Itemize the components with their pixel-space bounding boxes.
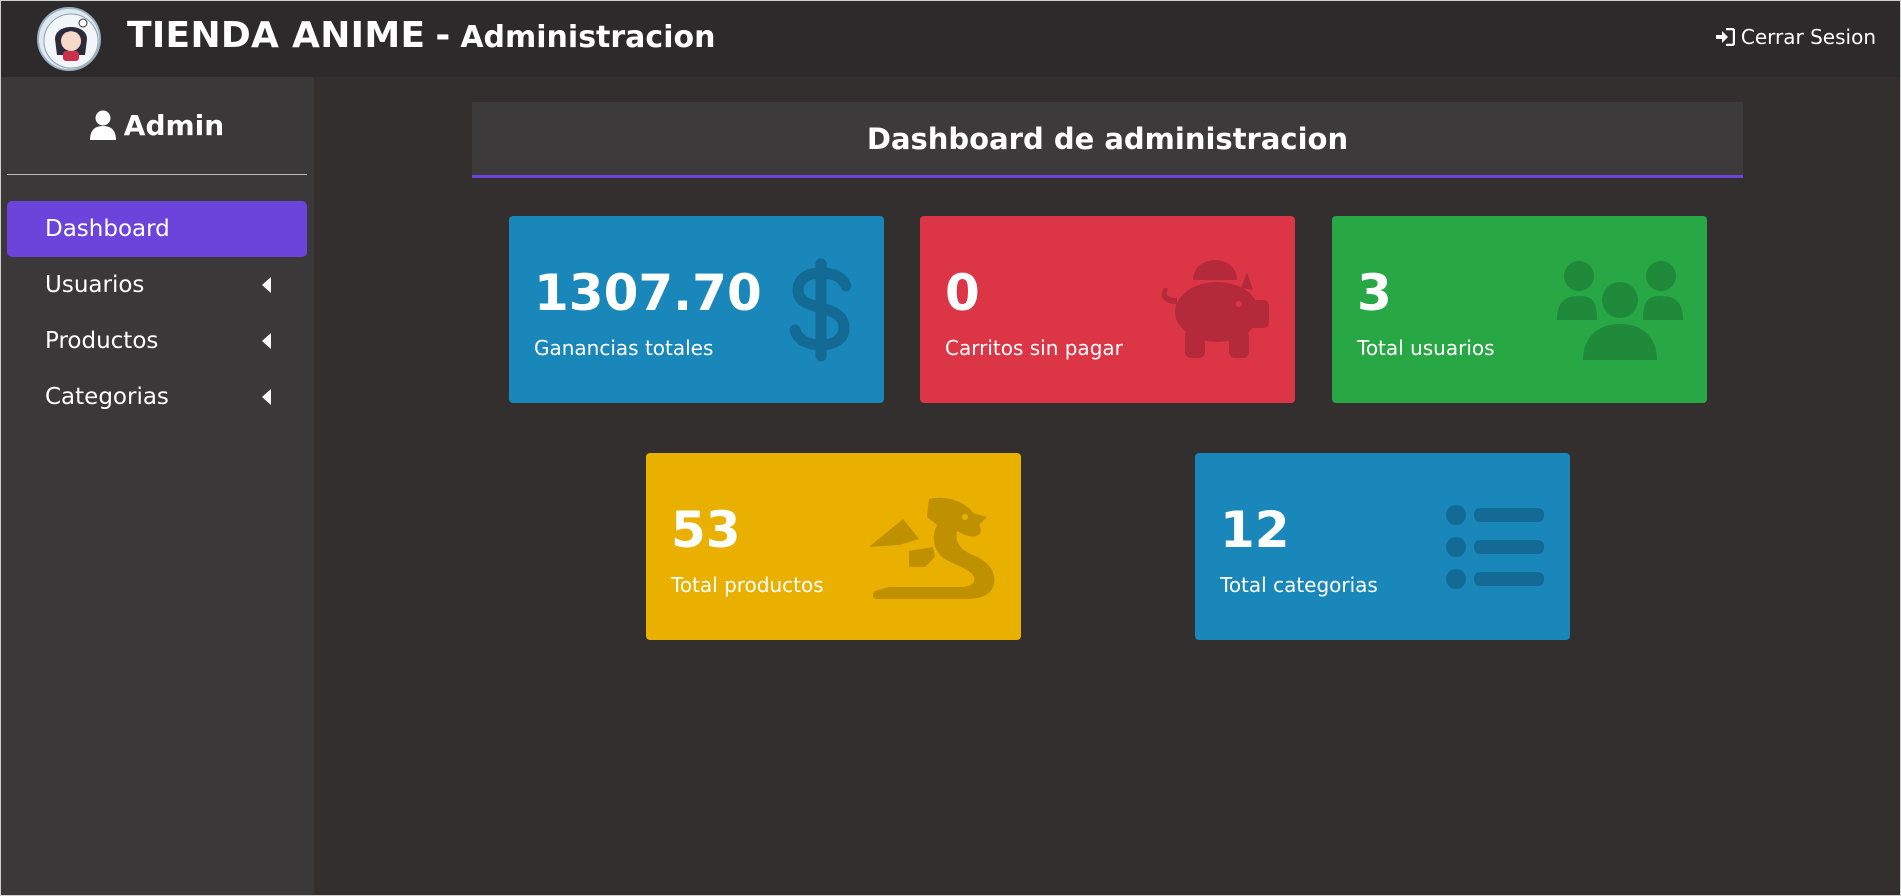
page-title-text: Dashboard de administracion (866, 121, 1349, 156)
sidebar-item-label: Dashboard (45, 216, 170, 242)
stat-value: 53 (671, 501, 741, 559)
dollar-icon (789, 258, 852, 362)
stat-card-users[interactable]: 3 Total usuarios (1332, 216, 1707, 403)
user-icon (89, 110, 116, 140)
brand-title: TIENDA ANIME - Administracion (127, 15, 715, 63)
stat-label: Total productos (671, 573, 824, 597)
stat-card-earnings[interactable]: 1307.70 Ganancias totales (509, 216, 884, 403)
sign-in-icon (1715, 28, 1735, 46)
app-window: TIENDA ANIME - Administracion Cerrar Ses… (0, 0, 1901, 896)
sidebar: Admin Dashboard Usuarios Productos Categ… (1, 77, 314, 895)
sidebar-item-productos[interactable]: Productos (7, 313, 307, 369)
stat-value: 12 (1220, 501, 1290, 559)
stat-label: Total usuarios (1357, 336, 1495, 360)
dragon-icon (869, 497, 995, 599)
app-title: TIENDA ANIME (127, 15, 426, 56)
caret-left-icon (262, 333, 271, 349)
stat-label: Carritos sin pagar (945, 336, 1123, 360)
list-icon (1446, 505, 1544, 589)
sidebar-item-usuarios[interactable]: Usuarios (7, 257, 307, 313)
caret-left-icon (262, 277, 271, 293)
sidebar-item-dashboard[interactable]: Dashboard (7, 201, 307, 257)
stat-value: 0 (945, 264, 980, 322)
logout-label: Cerrar Sesion (1740, 25, 1876, 49)
sidebar-divider (7, 174, 307, 175)
store-logo[interactable] (37, 7, 101, 71)
sidebar-nav: Dashboard Usuarios Productos Categorias (7, 201, 307, 425)
stat-value: 1307.70 (534, 264, 762, 322)
top-bar: TIENDA ANIME - Administracion Cerrar Ses… (1, 1, 1900, 77)
title-separator: - (435, 15, 451, 56)
app-subtitle: Administracion (460, 20, 716, 55)
sidebar-item-label: Productos (45, 328, 159, 354)
page-title: Dashboard de administracion (472, 102, 1743, 178)
piggy-bank-icon (1161, 260, 1269, 358)
anime-avatar-logo-icon (39, 9, 99, 69)
stat-card-unpaid-carts[interactable]: 0 Carritos sin pagar (920, 216, 1295, 403)
stat-label: Total categorias (1220, 573, 1378, 597)
stat-value: 3 (1357, 264, 1392, 322)
users-icon (1557, 261, 1683, 360)
stat-card-products[interactable]: 53 Total productos (646, 453, 1021, 640)
stat-card-categories[interactable]: 12 Total categorias (1195, 453, 1570, 640)
sidebar-user: Admin (7, 105, 307, 145)
sidebar-item-label: Usuarios (45, 272, 145, 298)
logout-button[interactable]: Cerrar Sesion (1715, 25, 1876, 49)
caret-left-icon (262, 389, 271, 405)
sidebar-item-categorias[interactable]: Categorias (7, 369, 307, 425)
sidebar-user-label: Admin (123, 108, 225, 142)
sidebar-item-label: Categorias (45, 384, 169, 410)
stat-label: Ganancias totales (534, 336, 714, 360)
